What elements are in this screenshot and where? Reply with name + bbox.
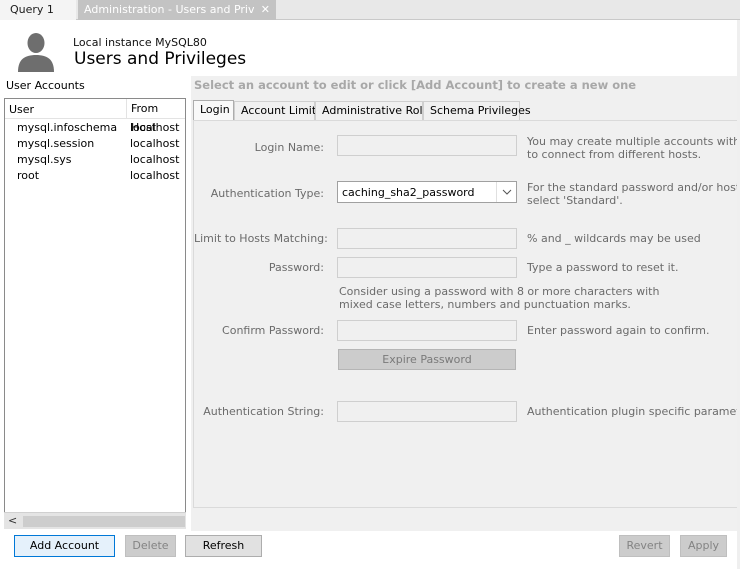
authentication-string-field[interactable] bbox=[337, 401, 517, 422]
tab-account-limits[interactable]: Account Limits bbox=[234, 101, 322, 120]
help-line: to connect from different hosts. bbox=[527, 148, 702, 161]
account-host: localhost bbox=[130, 169, 180, 182]
authentication-string-help: Authentication plugin specific parameter… bbox=[527, 405, 738, 418]
page-title: Users and Privileges bbox=[74, 49, 247, 69]
tab-schema-privileges[interactable]: Schema Privileges bbox=[423, 101, 531, 120]
login-name-field[interactable] bbox=[337, 135, 517, 156]
hosts-matching-field[interactable] bbox=[337, 228, 517, 249]
account-user: mysql.session bbox=[17, 137, 95, 150]
login-tab-content: Login Name: You may create multiple acco… bbox=[193, 120, 738, 508]
authentication-type-help: For the standard password and/or host ba… bbox=[527, 181, 738, 207]
user-silhouette-icon bbox=[18, 33, 54, 72]
confirm-password-field[interactable] bbox=[337, 320, 517, 341]
help-line: You may create multiple accounts with th… bbox=[527, 135, 738, 148]
revert-button[interactable]: Revert bbox=[619, 535, 670, 557]
account-user: mysql.infoschema bbox=[17, 121, 118, 134]
account-host: localhost bbox=[130, 121, 180, 134]
user-accounts-label: User Accounts bbox=[6, 79, 85, 92]
tab-label: Administration - Users and Privil... bbox=[84, 3, 254, 16]
advice-line: mixed case letters, numbers and punctuat… bbox=[339, 298, 631, 311]
account-user: root bbox=[17, 169, 40, 182]
selected-value: caching_sha2_password bbox=[342, 186, 475, 199]
refresh-button[interactable]: Refresh bbox=[185, 535, 262, 557]
selection-hint: Select an account to edit or click [Add … bbox=[194, 78, 637, 92]
confirm-password-help: Enter password again to confirm. bbox=[527, 324, 710, 337]
list-item[interactable]: mysql.infoschema localhost bbox=[5, 120, 185, 136]
user-accounts-list[interactable]: User From Host mysql.infoschema localhos… bbox=[4, 98, 186, 529]
password-field[interactable] bbox=[337, 257, 517, 278]
add-account-button[interactable]: Add Account bbox=[14, 535, 115, 557]
login-name-label: Login Name: bbox=[254, 141, 324, 154]
delete-button[interactable]: Delete bbox=[125, 535, 176, 557]
list-item[interactable]: root localhost bbox=[5, 168, 185, 184]
hosts-matching-label: Limit to Hosts Matching: bbox=[194, 232, 328, 245]
list-item[interactable]: mysql.session localhost bbox=[5, 136, 185, 152]
column-header-user[interactable]: User bbox=[9, 103, 34, 116]
account-host: localhost bbox=[130, 153, 180, 166]
list-header: User From Host bbox=[5, 99, 185, 134]
tab-query-1[interactable]: Query 1 bbox=[0, 0, 76, 20]
account-host: localhost bbox=[130, 137, 180, 150]
help-line: For the standard password and/or host ba… bbox=[527, 181, 738, 194]
authentication-type-select[interactable]: caching_sha2_password bbox=[337, 181, 517, 203]
horizontal-scrollbar[interactable]: < bbox=[4, 512, 186, 529]
list-item[interactable]: mysql.sys localhost bbox=[5, 152, 185, 168]
apply-button[interactable]: Apply bbox=[680, 535, 727, 557]
expire-password-button[interactable]: Expire Password bbox=[338, 349, 516, 370]
page-header: Local instance MySQL80 Users and Privile… bbox=[0, 21, 740, 76]
arrow-left-icon[interactable]: < bbox=[8, 514, 17, 527]
tab-administrative-roles[interactable]: Administrative Roles bbox=[315, 101, 435, 120]
close-icon[interactable]: ✕ bbox=[261, 0, 270, 19]
document-tab-bar: Query 1 Administration - Users and Privi… bbox=[0, 0, 740, 20]
panel-bottom-strip bbox=[191, 529, 740, 531]
authentication-string-label: Authentication String: bbox=[203, 405, 324, 418]
scrollbar-thumb[interactable] bbox=[23, 516, 185, 527]
instance-name: Local instance MySQL80 bbox=[73, 36, 207, 49]
password-advice: Consider using a password with 8 or more… bbox=[339, 285, 659, 311]
tab-administration[interactable]: Administration - Users and Privil... ✕ bbox=[78, 0, 276, 20]
confirm-password-label: Confirm Password: bbox=[222, 324, 324, 337]
password-label: Password: bbox=[268, 261, 324, 274]
advice-line: Consider using a password with 8 or more… bbox=[339, 285, 660, 298]
details-tab-bar: Login Account Limits Administrative Role… bbox=[191, 100, 740, 121]
tab-label: Query 1 bbox=[10, 3, 54, 16]
account-details-panel: Select an account to edit or click [Add … bbox=[191, 76, 740, 529]
password-help: Type a password to reset it. bbox=[527, 261, 679, 274]
tab-login[interactable]: Login bbox=[193, 100, 234, 121]
help-line: select 'Standard'. bbox=[527, 194, 623, 207]
login-name-help: You may create multiple accounts with th… bbox=[527, 135, 738, 161]
chevron-down-icon[interactable] bbox=[496, 182, 516, 202]
authentication-type-label: Authentication Type: bbox=[210, 187, 324, 200]
hosts-matching-help: % and _ wildcards may be used bbox=[527, 232, 701, 245]
column-header-from-host[interactable]: From Host bbox=[126, 99, 185, 134]
account-user: mysql.sys bbox=[17, 153, 72, 166]
